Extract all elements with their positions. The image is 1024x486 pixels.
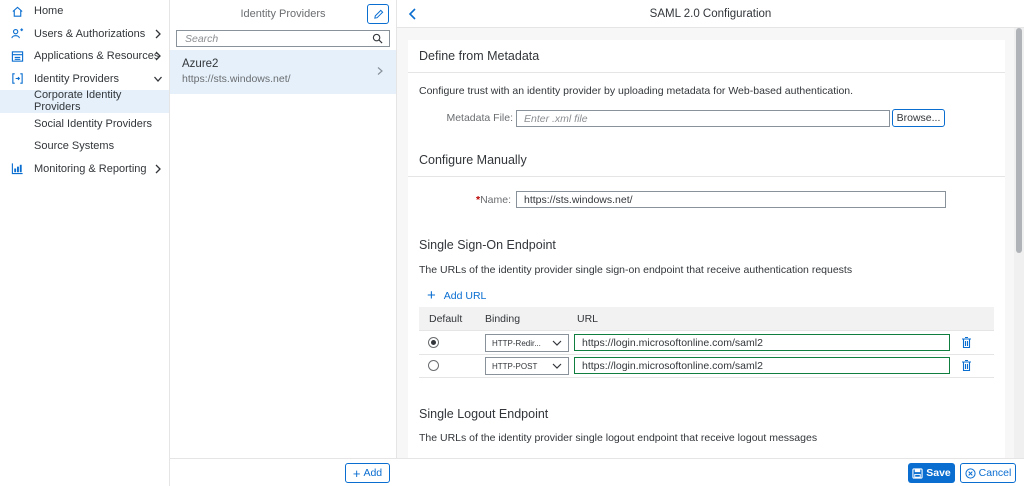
cancel-label: Cancel — [978, 467, 1012, 479]
cancel-icon — [965, 467, 976, 479]
save-icon — [912, 467, 923, 479]
idp-name: Azure2 — [182, 58, 219, 70]
nav-item-home[interactable]: Home — [0, 0, 169, 23]
nav-item-label: Applications & Resources — [34, 50, 160, 63]
name-input[interactable]: https://sts.windows.net/ — [516, 191, 946, 208]
chevron-right-icon — [155, 29, 161, 38]
table-row: HTTP-Redir... https://login.microsoftonl… — [419, 332, 994, 355]
save-label: Save — [926, 467, 951, 479]
home-icon — [10, 4, 24, 18]
nav-item-monitoring[interactable]: Monitoring & Reporting — [0, 158, 169, 181]
cancel-button[interactable]: Cancel — [960, 463, 1016, 483]
trash-icon[interactable] — [961, 359, 972, 372]
list-title: Identity Providers — [240, 8, 326, 20]
nav-item-label: Users & Authorizations — [34, 27, 146, 40]
divider — [408, 176, 1005, 177]
identity-providers-icon — [10, 72, 24, 86]
nav-item-applications[interactable]: Applications & Resources — [0, 45, 169, 68]
list-header: Identity Providers — [170, 0, 396, 28]
nav-item-identity-providers[interactable]: Identity Providers — [0, 68, 169, 91]
list-item[interactable]: Azure2 https://sts.windows.net/ — [170, 50, 396, 94]
users-icon — [10, 27, 24, 41]
nav-sub-source-systems[interactable]: Source Systems — [0, 135, 169, 158]
slo-section-title: Single Logout Endpoint — [419, 407, 549, 421]
applications-icon — [10, 49, 24, 63]
default-radio[interactable] — [428, 360, 439, 371]
sso-description: The URLs of the identity provider single… — [419, 264, 853, 276]
sso-url-input[interactable]: https://login.microsoftonline.com/saml2 — [574, 334, 950, 351]
default-radio[interactable] — [428, 337, 439, 348]
sso-section-title: Single Sign-On Endpoint — [419, 238, 556, 252]
search-placeholder: Search — [185, 32, 219, 45]
nav-item-label: Identity Providers — [34, 72, 119, 85]
browse-button[interactable]: Browse... — [892, 109, 945, 127]
search-input[interactable]: Search — [176, 30, 390, 47]
binding-select[interactable]: HTTP-POST — [485, 357, 569, 375]
chevron-down-icon — [154, 76, 162, 82]
nav-sub-social-identity-providers[interactable]: Social Identity Providers — [0, 113, 169, 136]
add-button[interactable]: + Add — [345, 463, 390, 483]
list-footer: + Add — [170, 458, 397, 486]
add-url-label: Add URL — [443, 290, 487, 302]
binding-value: HTTP-POST — [492, 361, 538, 371]
metadata-section-title: Define from Metadata — [419, 49, 540, 63]
add-label: Add — [363, 467, 383, 479]
plus-icon: + — [427, 287, 436, 304]
detail-footer: Save Cancel — [397, 458, 1024, 486]
binding-value: HTTP-Redir... — [492, 338, 541, 348]
plus-icon: + — [352, 465, 361, 481]
name-label: *Name: — [419, 194, 511, 206]
slo-description: The URLs of the identity provider single… — [419, 432, 818, 444]
metadata-file-input[interactable]: Enter .xml file — [516, 110, 890, 127]
chevron-down-icon — [552, 340, 562, 346]
name-label-text: Name: — [480, 194, 511, 206]
chevron-down-icon — [552, 363, 562, 369]
chevron-right-icon — [155, 51, 161, 61]
edit-button[interactable] — [367, 4, 389, 24]
divider — [408, 72, 1005, 73]
page-title: SAML 2.0 Configuration — [649, 7, 772, 20]
sso-url-value: https://login.microsoftonline.com/saml2 — [582, 359, 763, 372]
column-url: URL — [577, 313, 599, 325]
trash-icon[interactable] — [961, 336, 972, 349]
identity-providers-list-panel: Identity Providers Search Azure2 https:/… — [170, 0, 397, 486]
nav-sub-label: Social Identity Providers — [34, 117, 152, 130]
nav-sub-corporate-identity-providers[interactable]: Corporate Identity Providers — [0, 89, 169, 114]
scrollbar[interactable] — [1014, 28, 1024, 458]
sso-url-input[interactable]: https://login.microsoftonline.com/saml2 — [574, 357, 950, 374]
nav-sub-label: Corporate Identity Providers — [34, 89, 122, 114]
chevron-right-icon — [155, 164, 161, 173]
metadata-file-label: Metadata File: — [446, 112, 513, 124]
configuration-form: Define from Metadata Configure trust wit… — [408, 40, 1005, 458]
binding-select[interactable]: HTTP-Redir... — [485, 334, 569, 352]
nav-item-label: Home — [34, 5, 64, 18]
column-default: Default — [429, 313, 463, 325]
idp-url: https://sts.windows.net/ — [182, 73, 291, 85]
manual-section-title: Configure Manually — [419, 153, 527, 167]
saml-config-panel: SAML 2.0 Configuration Define from Metad… — [397, 0, 1024, 486]
side-navigation: Home Users & Authorizations Applications… — [0, 0, 170, 486]
save-button[interactable]: Save — [908, 463, 955, 483]
metadata-file-placeholder: Enter .xml file — [524, 112, 588, 125]
pencil-icon — [373, 9, 383, 19]
detail-header: SAML 2.0 Configuration — [397, 0, 1024, 28]
chevron-right-icon — [377, 67, 383, 75]
column-binding: Binding — [485, 313, 521, 325]
nav-item-users[interactable]: Users & Authorizations — [0, 23, 169, 46]
metadata-description: Configure trust with an identity provide… — [419, 85, 854, 97]
scrollbar-thumb[interactable] — [1016, 28, 1022, 253]
monitoring-icon — [10, 162, 24, 176]
sso-table-header: Default Binding URL — [419, 307, 994, 331]
back-icon[interactable] — [407, 7, 419, 21]
nav-item-label: Monitoring & Reporting — [34, 162, 147, 175]
name-value: https://sts.windows.net/ — [524, 193, 633, 206]
table-row: HTTP-POST https://login.microsoftonline.… — [419, 355, 994, 378]
add-url-button[interactable]: + Add URL — [427, 287, 487, 304]
nav-sub-label: Source Systems — [34, 140, 115, 153]
search-icon[interactable] — [372, 33, 383, 44]
sso-url-value: https://login.microsoftonline.com/saml2 — [582, 336, 763, 349]
